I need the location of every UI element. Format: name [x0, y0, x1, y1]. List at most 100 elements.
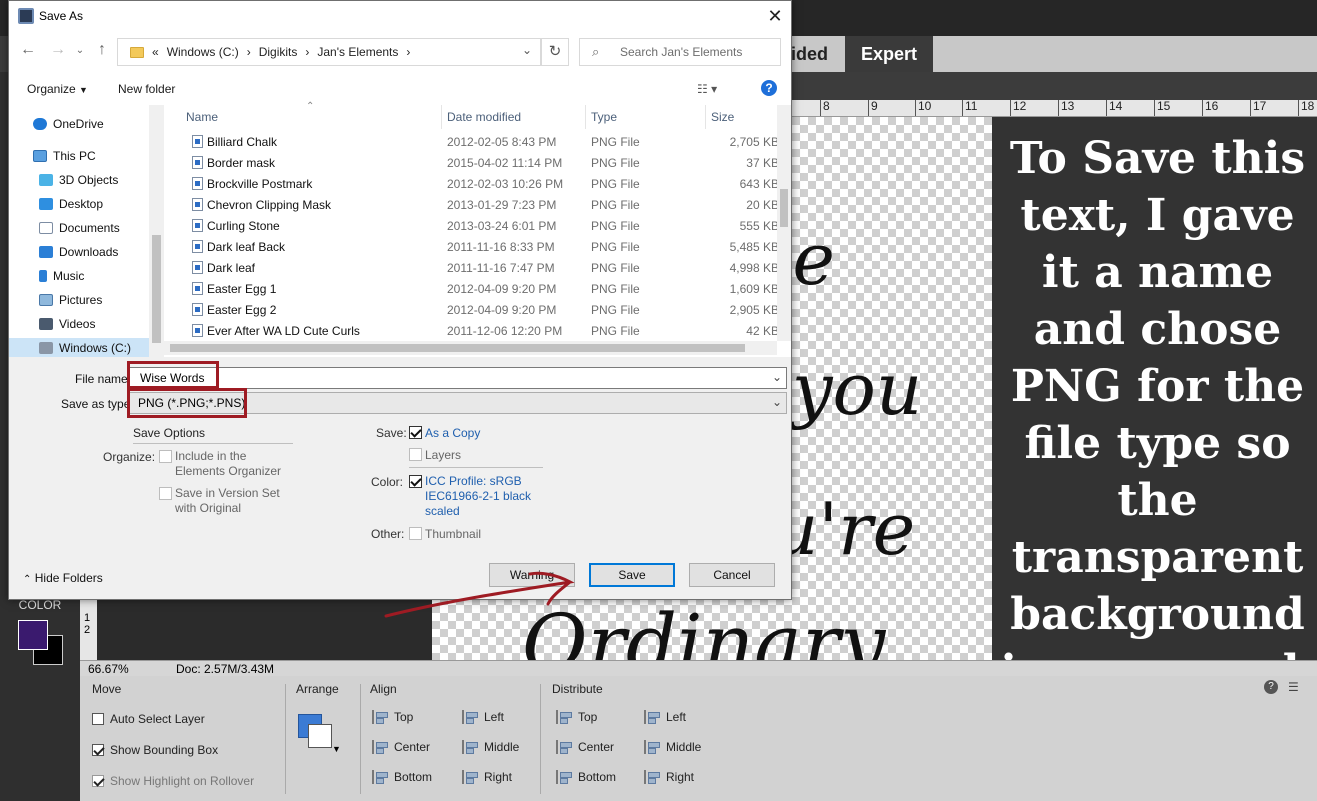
file-name-input[interactable]: Wise Words ⌄: [129, 367, 787, 389]
mode-expert-tab[interactable]: Expert: [845, 36, 933, 72]
cancel-button[interactable]: Cancel: [689, 563, 775, 587]
address-bar[interactable]: « Windows (C:) › Digikits › Jan's Elemen…: [117, 38, 541, 66]
icc-profile-checkbox[interactable]: [409, 475, 422, 488]
column-header-type[interactable]: Type: [591, 110, 617, 124]
file-row[interactable]: Ever After WA LD Cute Curls 2011-12-06 12…: [187, 321, 779, 340]
sidebar-item-windows-c[interactable]: Windows (C:): [39, 341, 131, 355]
file-row[interactable]: Easter Egg 1 2012-04-09 9:20 PM PNG File 1,…: [187, 279, 779, 300]
file-row[interactable]: Dark leaf 2011-11-16 7:47 PM PNG File 4,998…: [187, 258, 779, 279]
breadcrumb-digikits[interactable]: Digikits: [259, 45, 298, 59]
sidebar-item-onedrive[interactable]: OneDrive: [33, 117, 104, 131]
sidebar-item-this-pc[interactable]: This PC: [33, 149, 96, 163]
include-organizer-checkbox[interactable]: [159, 450, 172, 463]
column-header-name[interactable]: Name: [186, 110, 218, 124]
distribute-center-button[interactable]: Center: [556, 740, 614, 754]
file-row[interactable]: Chevron Clipping Mask 2013-01-29 7:23 PM P…: [187, 195, 779, 216]
ruler-tick: 15: [1154, 100, 1170, 116]
chevron-down-icon[interactable]: ⌄: [772, 370, 782, 384]
align-middle-button[interactable]: Middle: [462, 740, 519, 754]
auto-select-checkbox[interactable]: [92, 713, 104, 725]
align-label: Top: [394, 710, 414, 724]
scrollbar-thumb[interactable]: [780, 189, 788, 227]
file-row[interactable]: Curling Stone 2013-03-24 6:01 PM PNG File 5…: [187, 216, 779, 237]
file-row[interactable]: Dark leaf Back 2011-11-16 8:33 PM PNG File…: [187, 237, 779, 258]
highlight-checkbox[interactable]: [92, 775, 104, 787]
pictures-icon: [39, 294, 53, 306]
sidebar-item-label: Documents: [59, 221, 120, 235]
column-divider[interactable]: [705, 105, 706, 129]
help-icon[interactable]: ?: [1264, 680, 1278, 694]
back-arrow-icon[interactable]: ←: [19, 41, 37, 59]
file-date: 2012-04-09 9:20 PM: [447, 282, 557, 296]
file-row[interactable]: Brockville Postmark 2012-02-03 10:26 PM PN…: [187, 174, 779, 195]
address-overflow[interactable]: «: [152, 45, 159, 59]
close-button[interactable]: ✕: [763, 4, 787, 28]
chevron-down-icon[interactable]: ⌄: [522, 43, 532, 57]
breadcrumb-separator[interactable]: ›: [305, 45, 309, 59]
column-divider[interactable]: [585, 105, 586, 129]
mode-guided-tab[interactable]: ided: [791, 36, 843, 72]
save-version-set-checkbox[interactable]: [159, 487, 172, 500]
as-a-copy-checkbox[interactable]: [409, 426, 422, 439]
column-divider[interactable]: [441, 105, 442, 129]
align-left-button[interactable]: Left: [462, 710, 504, 724]
instruction-text: To Save this text, I gave it a name and …: [1000, 133, 1314, 697]
nav-scrollbar[interactable]: [149, 105, 164, 357]
bounding-box-checkbox[interactable]: [92, 744, 104, 756]
distribute-left-button[interactable]: Left: [644, 710, 686, 724]
recent-locations-icon[interactable]: ⌄: [71, 45, 89, 56]
distribute-bottom-button[interactable]: Bottom: [556, 770, 616, 784]
scrollbar-thumb[interactable]: [170, 344, 745, 352]
file-list-scrollbar[interactable]: [777, 105, 791, 341]
highlight-option[interactable]: Show Highlight on Rollover: [92, 774, 254, 788]
sidebar-item-downloads[interactable]: Downloads: [39, 245, 118, 259]
sidebar-item-music[interactable]: Music: [39, 269, 84, 283]
foreground-color-swatch[interactable]: [18, 620, 48, 650]
forward-arrow-icon[interactable]: →: [49, 41, 67, 59]
organize-button[interactable]: Organize ▼: [27, 82, 88, 96]
bounding-box-option[interactable]: Show Bounding Box: [92, 743, 218, 757]
sidebar-item-3d-objects[interactable]: 3D Objects: [39, 173, 118, 187]
new-folder-button[interactable]: New folder: [118, 82, 175, 96]
thumbnail-checkbox[interactable]: [409, 527, 422, 540]
breadcrumb-separator[interactable]: ›: [406, 45, 410, 59]
column-header-date[interactable]: Date modified: [447, 110, 521, 124]
column-header-size[interactable]: Size: [711, 110, 734, 124]
breadcrumb-separator[interactable]: ›: [247, 45, 251, 59]
align-top-button[interactable]: Top: [372, 710, 413, 724]
file-row[interactable]: Easter Egg 2 2012-04-09 9:20 PM PNG File 2,…: [187, 300, 779, 321]
search-input[interactable]: ⌕ Search Jan's Elements: [579, 38, 781, 66]
align-center-button[interactable]: Center: [372, 740, 430, 754]
chevron-down-icon[interactable]: ⌄: [772, 395, 782, 409]
sidebar-item-desktop[interactable]: Desktop: [39, 197, 103, 211]
file-row[interactable]: Border mask 2015-04-02 11:14 PM PNG File 37…: [187, 153, 779, 174]
sidebar-item-documents[interactable]: Documents: [39, 221, 120, 235]
align-right-button[interactable]: Right: [462, 770, 512, 784]
sidebar-item-pictures[interactable]: Pictures: [39, 293, 102, 307]
up-arrow-icon[interactable]: ↑: [93, 41, 111, 59]
refresh-icon[interactable]: ↻: [541, 38, 569, 66]
zoom-level[interactable]: 66.67%: [88, 662, 129, 676]
desktop-icon: [39, 198, 53, 210]
auto-select-layer-option[interactable]: Auto Select Layer: [92, 712, 205, 726]
panel-menu-icon[interactable]: ☰: [1288, 680, 1299, 694]
sidebar-item-videos[interactable]: Videos: [39, 317, 95, 331]
align-bottom-button[interactable]: Bottom: [372, 770, 432, 784]
file-date: 2011-11-16 7:47 PM: [447, 261, 555, 275]
distribute-top-button[interactable]: Top: [556, 710, 597, 724]
arrange-button[interactable]: ▼: [298, 714, 341, 754]
horizontal-scrollbar[interactable]: [164, 341, 777, 355]
distribute-label: Center: [578, 740, 615, 754]
scrollbar-thumb[interactable]: [152, 235, 161, 343]
distribute-label: Top: [578, 710, 598, 724]
help-icon[interactable]: ?: [761, 80, 777, 96]
breadcrumb-windows-c[interactable]: Windows (C:): [167, 45, 239, 59]
layers-checkbox[interactable]: [409, 448, 422, 461]
distribute-right-button[interactable]: Right: [644, 770, 694, 784]
png-file-icon: [192, 324, 203, 337]
hide-folders-button[interactable]: ⌃ Hide Folders: [23, 571, 103, 585]
file-row[interactable]: Billiard Chalk 2012-02-05 8:43 PM PNG File…: [187, 132, 779, 153]
view-options-icon[interactable]: ☷ ▾: [697, 82, 717, 96]
breadcrumb-jans-elements[interactable]: Jan's Elements: [317, 45, 398, 59]
distribute-middle-button[interactable]: Middle: [644, 740, 701, 754]
